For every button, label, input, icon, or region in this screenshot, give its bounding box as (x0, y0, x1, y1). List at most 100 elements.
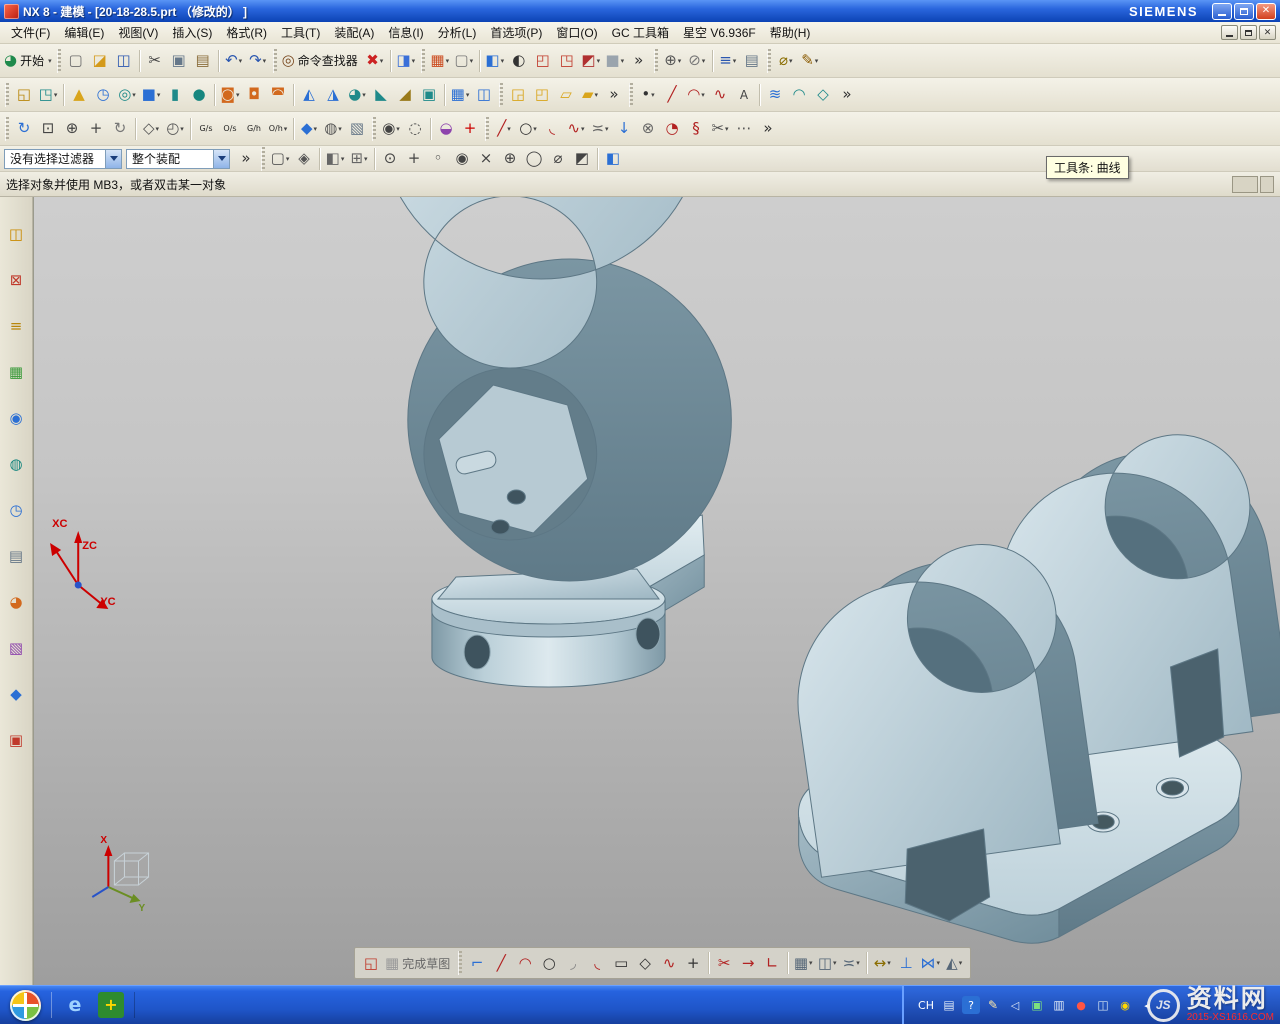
spline-curve-icon[interactable]: ∿▾ (564, 116, 588, 142)
delete-dropdown-icon[interactable]: ▾ (380, 57, 384, 65)
toolbar-grip[interactable] (654, 49, 658, 73)
edge-blend-icon[interactable]: ◕▾ (345, 82, 369, 108)
menu-item[interactable]: 编辑(E) (57, 21, 111, 44)
datum-plane-icon[interactable]: ◳▾ (36, 82, 60, 108)
more-synchronous-icon[interactable]: » (602, 82, 626, 108)
green-utility-icon[interactable]: ▣ (1028, 996, 1046, 1014)
snap-point-toggle-icon[interactable]: ⊙ (378, 146, 402, 172)
save-file-icon[interactable]: ◫ (112, 48, 136, 74)
edit-object-display-icon[interactable]: ◒ (434, 116, 458, 142)
hd3d-tools-icon[interactable]: ◍ (3, 451, 30, 477)
menu-item[interactable]: 首选项(P) (483, 21, 549, 44)
mirror-feature-icon[interactable]: ◫ (472, 82, 496, 108)
snap-intersection-icon[interactable]: × (474, 146, 498, 172)
helix-icon[interactable]: § (684, 116, 708, 142)
chamfer-icon[interactable]: ◣ (369, 82, 393, 108)
unite-icon[interactable]: ◙▾ (218, 82, 242, 108)
make-corner-icon[interactable]: ∟ (760, 951, 784, 975)
pattern-feature-dropdown-icon[interactable]: ▾ (466, 91, 470, 99)
selection-info-dropdown-icon[interactable]: ▾ (412, 57, 416, 65)
mirror-curve-icon[interactable]: ◫▾ (815, 951, 839, 975)
pattern-curve-icon[interactable]: ▦▾ (791, 951, 815, 975)
section-y-icon[interactable]: ◳ (555, 48, 579, 74)
toolbar-grip[interactable] (629, 83, 633, 107)
edit-section-dropdown-icon[interactable]: ▾ (597, 57, 601, 65)
show-hide-dropdown-icon[interactable]: ▾ (396, 125, 400, 133)
part-clevis-bracket[interactable] (778, 424, 1280, 943)
make-symmetric-icon[interactable]: ⋈▾ (918, 951, 942, 975)
zoom-view-icon[interactable]: ⊕ (60, 116, 84, 142)
messenger-icon[interactable]: ◉ (1116, 996, 1134, 1014)
make-symmetric-dropdown-icon[interactable]: ▾ (936, 959, 940, 967)
reuse-library-icon[interactable]: ▦ (3, 359, 30, 385)
system-materials-icon[interactable]: ▧ (3, 635, 30, 661)
divide-curve-icon[interactable]: ⋯ (732, 116, 756, 142)
replace-face-icon[interactable]: ▰▾ (578, 82, 602, 108)
top-selection-icon[interactable]: ◧▾ (323, 146, 347, 172)
menu-item[interactable]: 装配(A) (327, 21, 381, 44)
mdi-minimize-button[interactable] (1221, 25, 1238, 40)
window-layout-icon[interactable]: ▢▾ (452, 48, 476, 74)
half-section-icon[interactable]: ◐ (507, 48, 531, 74)
start-menu-dropdown-icon[interactable]: ▾ (48, 57, 52, 65)
redo-dropdown-icon[interactable]: ▾ (263, 57, 267, 65)
annotation-pencil-dropdown-icon[interactable]: ▾ (815, 57, 819, 65)
basic-curves-dropdown-icon[interactable]: ▾ (507, 125, 511, 133)
immediate-hide-icon[interactable]: ◌ (403, 116, 427, 142)
restore-button[interactable] (1234, 3, 1254, 20)
keyboard-layout-icon[interactable]: ▤ (940, 996, 958, 1014)
perspective-view-dropdown-icon[interactable]: ▾ (156, 125, 160, 133)
fit-view-icon[interactable]: ⊡ (36, 116, 60, 142)
style-shaded-edges-icon[interactable]: G/s (194, 116, 218, 142)
display-part-icon[interactable]: ▦▾ (428, 48, 452, 74)
wcs-triad[interactable]: XC ZC YC (50, 518, 116, 609)
style-wireframe-dim-icon[interactable]: G/h (242, 116, 266, 142)
annotation-pencil-icon[interactable]: ✎▾ (798, 48, 822, 74)
shaded-cube-icon[interactable]: ◧▾ (483, 48, 507, 74)
block-icon[interactable]: ■▾ (139, 82, 163, 108)
command-finder-button[interactable]: ◎命令查找器 (280, 48, 363, 74)
trim-body-icon[interactable]: ◭ (297, 82, 321, 108)
menu-item[interactable]: 帮助(H) (763, 21, 818, 44)
measure-distance-dropdown-icon[interactable]: ▾ (789, 57, 793, 65)
style-shaded-icon[interactable]: O/s (218, 116, 242, 142)
combo-dropdown-icon[interactable] (105, 150, 121, 168)
display-mode-dropdown-icon[interactable]: ▾ (621, 57, 625, 65)
pull-face-icon[interactable]: ◰ (530, 82, 554, 108)
arc-dropdown-icon[interactable]: ▾ (701, 91, 705, 99)
toolbar-grip[interactable] (767, 49, 771, 73)
menu-item[interactable]: 插入(S) (165, 21, 219, 44)
trim-curve-icon[interactable]: ✂▾ (708, 116, 732, 142)
audio-volume-icon[interactable]: ◁ (1006, 996, 1024, 1014)
mirror-curve-dropdown-icon[interactable]: ▾ (833, 959, 837, 967)
perspective-view-icon[interactable]: ◇▾ (139, 116, 163, 142)
true-shading-dropdown-icon[interactable]: ▾ (314, 125, 318, 133)
rectangle-tool-icon[interactable]: ▭ (609, 951, 633, 975)
user-tools-icon[interactable]: ◆ (3, 681, 30, 707)
swept-icon[interactable]: ◠ (787, 82, 811, 108)
pattern-feature-icon[interactable]: ▦▾ (448, 82, 472, 108)
toolbar-grip[interactable] (421, 49, 425, 73)
menu-item[interactable]: 视图(V) (111, 21, 165, 44)
history-palette-icon[interactable]: ◷ (3, 497, 30, 523)
offset-curve-sketch-icon[interactable]: ≍▾ (839, 951, 863, 975)
sphere-icon[interactable]: ● (187, 82, 211, 108)
block-dropdown-icon[interactable]: ▾ (157, 91, 161, 99)
graphics-window[interactable]: XC ZC YC X Y ◱▦完成 (33, 197, 1280, 985)
snap-face-icon[interactable]: ◩ (570, 146, 594, 172)
usb-device-icon[interactable]: ◫ (1094, 996, 1112, 1014)
offset-curve-icon[interactable]: ≍▾ (588, 116, 612, 142)
profile-icon[interactable]: ⌐ (465, 951, 489, 975)
style-wireframe-icon[interactable]: O/h▾ (266, 116, 290, 142)
close-button[interactable]: ✕ (1256, 3, 1276, 20)
subtract-icon[interactable]: ◘ (242, 82, 266, 108)
more-filters-icon[interactable]: » (234, 146, 258, 172)
cylinder-icon[interactable]: ▮ (163, 82, 187, 108)
toolbar-grip[interactable] (458, 951, 462, 975)
menu-item[interactable]: 工具(T) (274, 21, 327, 44)
refresh-view-icon[interactable]: ↻ (12, 116, 36, 142)
pan-view-icon[interactable]: + (84, 116, 108, 142)
snap-handle-dropdown-icon[interactable]: ▾ (702, 57, 706, 65)
cut-icon[interactable]: ✂ (143, 48, 167, 74)
menu-item[interactable]: 分析(L) (431, 21, 484, 44)
